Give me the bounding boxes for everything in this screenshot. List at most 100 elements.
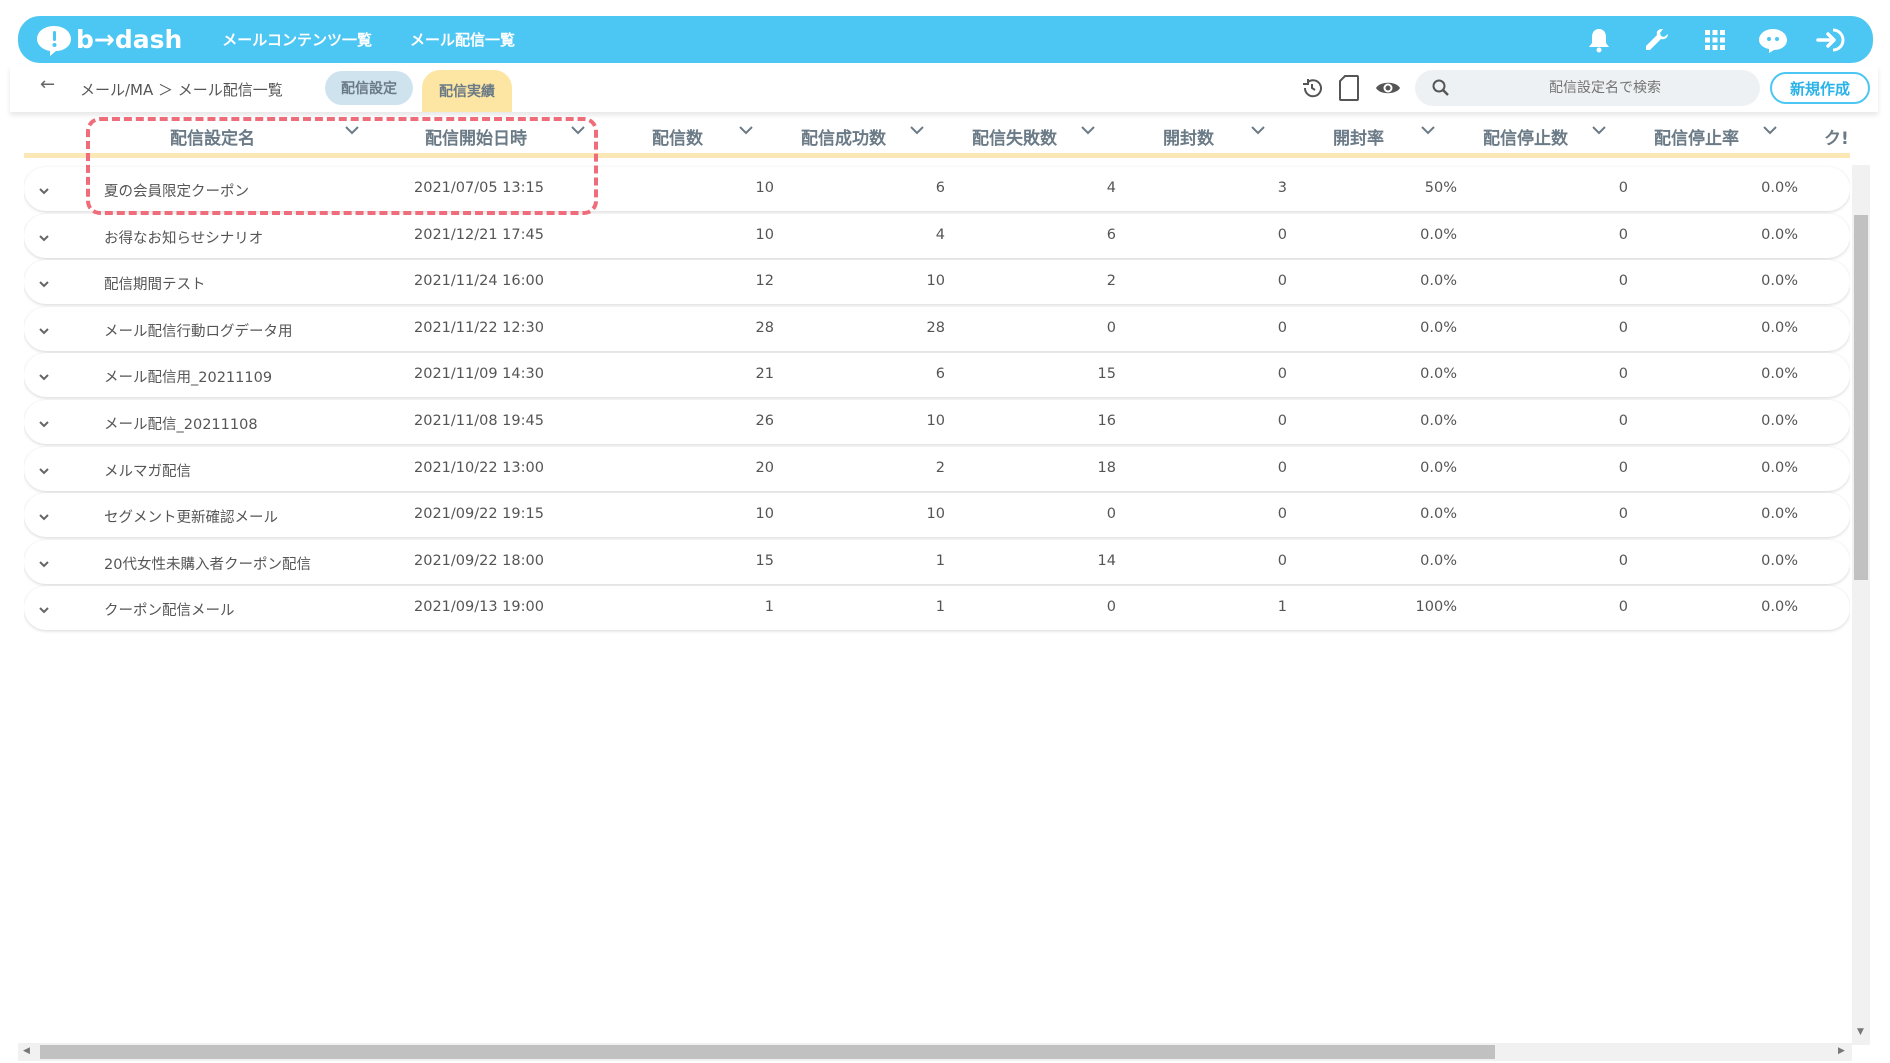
cell-success-count: 4 <box>935 226 945 243</box>
table-row[interactable]: メール配信用_20211109 2021/11/09 14:30 21 6 15 0 0.0… <box>24 353 1850 398</box>
tab-delivery-settings[interactable]: 配信設定 <box>325 71 413 105</box>
logout-icon[interactable] <box>1815 24 1847 56</box>
logo-text: b→dash <box>76 25 183 54</box>
scroll-right-arrow-icon[interactable]: ▶ <box>1838 1046 1845 1056</box>
back-arrow-icon[interactable]: ← <box>40 74 55 95</box>
col-header-sent[interactable]: 配信数 <box>652 124 703 149</box>
tab-delivery-results[interactable]: 配信実績 <box>422 70 512 112</box>
eye-icon[interactable] <box>1374 78 1402 102</box>
wrench-icon[interactable] <box>1641 24 1673 56</box>
table-row[interactable]: メール配信_20211108 2021/11/08 19:45 26 10 16 0 0.0… <box>24 399 1850 444</box>
table-body: 夏の会員限定クーポン 2021/07/05 13:15 10 6 4 3 50% 0 0.0% お… <box>24 167 1850 633</box>
expand-chevron-icon[interactable] <box>38 600 50 619</box>
vertical-scroll-thumb[interactable] <box>1854 215 1868 580</box>
new-create-button[interactable]: 新規作成 <box>1770 72 1870 104</box>
cell-open-count: 0 <box>1277 459 1287 476</box>
cell-success-count: 2 <box>935 459 945 476</box>
col-header-label: 配信停止数 <box>1483 129 1568 149</box>
chevron-down-icon[interactable] <box>909 124 925 136</box>
scroll-down-arrow-icon[interactable]: ▼ <box>1857 1027 1864 1037</box>
expand-chevron-icon[interactable] <box>38 181 50 200</box>
chevron-down-icon[interactable] <box>570 124 586 136</box>
col-header-name[interactable]: 配信設定名 <box>170 124 255 149</box>
cell-sent-count: 10 <box>755 180 774 196</box>
col-header-label: ク! <box>1824 129 1849 149</box>
expand-chevron-icon[interactable] <box>38 274 50 293</box>
col-header-fail[interactable]: 配信失敗数 <box>972 124 1057 149</box>
cell-open-count: 0 <box>1277 319 1287 336</box>
sub-header: ← メール/MA ＞ メール配信一覧 配信設定 配信実績 新規作成 <box>10 66 1878 112</box>
col-header-opens[interactable]: 開封数 <box>1163 124 1214 149</box>
cell-sent-count: 10 <box>755 226 774 243</box>
table-row[interactable]: セグメント更新確認メール 2021/09/22 19:15 10 10 0 0 0.0% 0 0… <box>24 493 1850 538</box>
horizontal-scrollbar[interactable]: ◀ ▶ <box>18 1043 1852 1061</box>
chevron-down-icon[interactable] <box>1762 124 1778 136</box>
cell-name: メール配信行動ログデータ用 <box>104 323 293 340</box>
table-row[interactable]: メール配信行動ログデータ用 2021/11/22 12:30 28 28 0 0 0.0% 0… <box>24 306 1850 351</box>
col-header-success[interactable]: 配信成功数 <box>801 124 886 149</box>
cell-open-count: 0 <box>1277 366 1287 383</box>
copy-icon[interactable] <box>1338 74 1360 106</box>
cell-start-datetime: 2021/10/22 13:00 <box>414 459 544 476</box>
col-header-label: 配信設定名 <box>170 129 255 149</box>
col-header-unsub[interactable]: 配信停止数 <box>1483 124 1568 149</box>
history-icon[interactable] <box>1300 76 1324 104</box>
col-header-open-rate[interactable]: 開封率 <box>1333 124 1384 149</box>
logo[interactable]: b→dash <box>34 23 182 57</box>
cell-sent-count: 10 <box>755 506 774 523</box>
scroll-left-arrow-icon[interactable]: ◀ <box>23 1046 30 1056</box>
cell-unsub-count: 0 <box>1618 412 1628 429</box>
cell-sent-count: 20 <box>755 459 774 476</box>
cell-open-rate: 0.0% <box>1420 319 1457 336</box>
expand-chevron-icon[interactable] <box>38 228 50 247</box>
expand-chevron-icon[interactable] <box>38 367 50 386</box>
expand-chevron-icon[interactable] <box>38 554 50 573</box>
cell-start-datetime: 2021/09/22 18:00 <box>414 552 544 569</box>
expand-chevron-icon[interactable] <box>38 414 50 433</box>
col-header-clicks[interactable]: ク! <box>1824 124 1849 149</box>
nav-mail-deliveries[interactable]: メール配信一覧 <box>410 29 515 50</box>
col-header-start[interactable]: 配信開始日時 <box>425 124 527 149</box>
chevron-down-icon[interactable] <box>344 124 360 136</box>
chevron-down-icon[interactable] <box>1250 124 1266 136</box>
table-row[interactable]: 配信期間テスト 2021/11/24 16:00 12 10 2 0 0.0% 0 0.0% <box>24 260 1850 305</box>
cell-fail-count: 4 <box>1106 180 1116 196</box>
cell-unsub-rate: 0.0% <box>1761 506 1798 523</box>
search-input[interactable] <box>1475 80 1735 96</box>
support-chat-icon[interactable] <box>1757 24 1789 56</box>
chevron-down-icon[interactable] <box>1080 124 1096 136</box>
bell-icon[interactable] <box>1583 24 1615 56</box>
chevron-down-icon[interactable] <box>1591 124 1607 136</box>
table-row[interactable]: クーポン配信メール 2021/09/13 19:00 1 1 0 1 100% 0 0.0% <box>24 586 1850 631</box>
cell-fail-count: 0 <box>1106 319 1116 336</box>
cell-unsub-count: 0 <box>1618 366 1628 383</box>
cell-unsub-count: 0 <box>1618 506 1628 523</box>
expand-chevron-icon[interactable] <box>38 461 50 480</box>
cell-start-datetime: 2021/12/21 17:45 <box>414 226 544 243</box>
col-header-label: 配信開始日時 <box>425 129 527 149</box>
chevron-down-icon[interactable] <box>738 124 754 136</box>
col-header-unsub-rate[interactable]: 配信停止率 <box>1654 124 1739 149</box>
expand-chevron-icon[interactable] <box>38 321 50 340</box>
cell-unsub-count: 0 <box>1618 180 1628 196</box>
expand-chevron-icon[interactable] <box>38 507 50 526</box>
table-row[interactable]: 20代女性未購入者クーポン配信 2021/09/22 18:00 15 1 14 0 0.0… <box>24 539 1850 584</box>
cell-open-rate: 0.0% <box>1420 552 1457 569</box>
cell-name: クーポン配信メール <box>104 603 235 620</box>
table-row[interactable]: メルマガ配信 2021/10/22 13:00 20 2 18 0 0.0% 0 0.0% <box>24 446 1850 491</box>
cell-fail-count: 15 <box>1097 366 1116 383</box>
header-icons <box>1583 16 1847 63</box>
vertical-scrollbar[interactable]: ▼ <box>1852 165 1870 1045</box>
cell-open-rate: 50% <box>1424 180 1457 196</box>
cell-open-count: 0 <box>1277 273 1287 290</box>
table-row[interactable]: 夏の会員限定クーポン 2021/07/05 13:15 10 6 4 3 50% 0 0.0% <box>24 167 1850 211</box>
cell-unsub-count: 0 <box>1618 273 1628 290</box>
cell-unsub-count: 0 <box>1618 459 1628 476</box>
nav-mail-contents[interactable]: メールコンテンツ一覧 <box>222 29 372 50</box>
chevron-down-icon[interactable] <box>1420 124 1436 136</box>
horizontal-scroll-thumb[interactable] <box>40 1045 1495 1059</box>
cell-sent-count: 26 <box>755 412 774 429</box>
apps-grid-icon[interactable] <box>1699 24 1731 56</box>
cell-start-datetime: 2021/11/08 19:45 <box>414 412 544 429</box>
table-row[interactable]: お得なお知らせシナリオ 2021/12/21 17:45 10 4 6 0 0.0% 0 0.0… <box>24 213 1850 258</box>
